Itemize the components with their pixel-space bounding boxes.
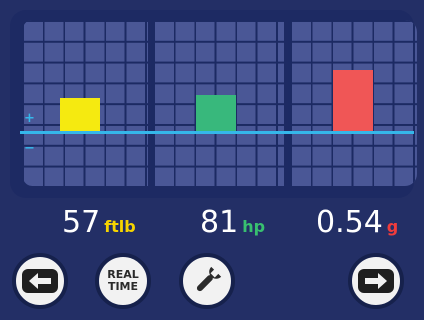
arrow-left-icon [22, 269, 58, 293]
horsepower-unit: hp [242, 217, 266, 236]
real-time-button[interactable]: REAL TIME [95, 253, 151, 309]
negative-sign: − [24, 141, 35, 156]
torque-unit: ftlb [104, 217, 136, 236]
back-button[interactable] [12, 253, 68, 309]
real-time-label: REAL TIME [107, 268, 139, 293]
wrench-icon [196, 266, 222, 292]
torque-readout: 57 ftlb [62, 203, 136, 247]
positive-sign: + [24, 111, 35, 126]
g-force-bar [333, 70, 373, 131]
horsepower-value: 81 [200, 205, 239, 240]
torque-value: 57 [62, 205, 101, 240]
torque-bar [60, 98, 100, 131]
g-force-readout: 0.54 g [316, 203, 398, 247]
horsepower-readout: 81 hp [200, 203, 265, 247]
horsepower-bar [196, 95, 236, 131]
zero-baseline [20, 131, 414, 134]
g-force-value: 0.54 [316, 205, 383, 240]
g-force-unit: g [386, 217, 399, 236]
next-button[interactable] [348, 253, 404, 309]
arrow-right-icon [358, 269, 394, 293]
settings-button[interactable] [179, 253, 235, 309]
